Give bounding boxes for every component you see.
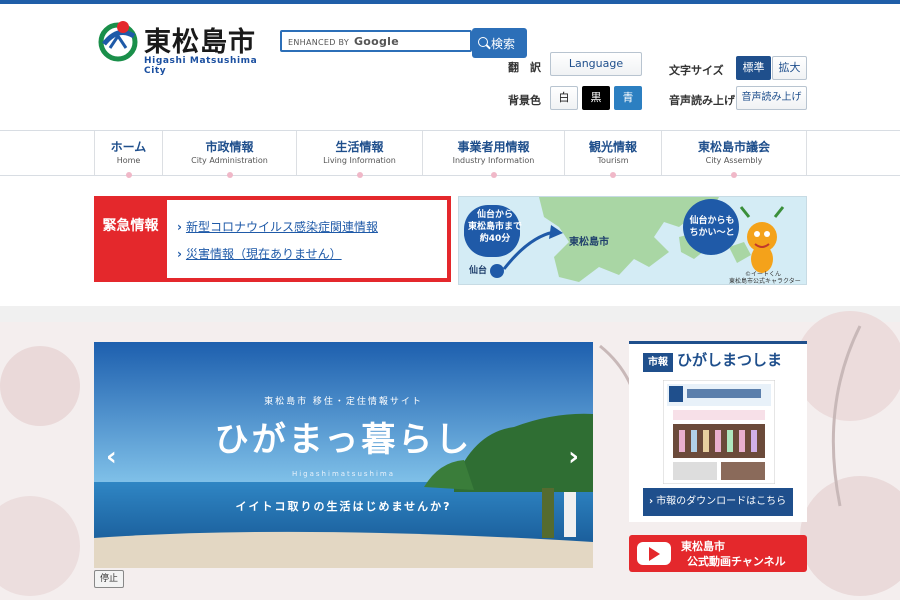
search-placeholder-brand: Google: [353, 35, 399, 48]
slider-next-icon[interactable]: ›: [568, 442, 579, 472]
nav-item-living-information[interactable]: 生活情報 Living Information: [296, 131, 422, 178]
emergency-links: 新型コロナウイルス感染症関連情報 災害情報（現在ありません）: [167, 200, 447, 278]
font-large-button[interactable]: 拡大: [772, 56, 807, 80]
newsletter-download-link[interactable]: 市報のダウンロードはこちら: [643, 488, 793, 516]
search-input[interactable]: ENHANCED BY Google: [280, 30, 472, 52]
city-newsletter-panel: 市報 ひがしまつしま 市報のダウンロードはこちら: [629, 341, 807, 522]
map-bubble-line2: ちかい〜と: [689, 228, 735, 238]
map-bubble-line1: 仙台からも: [689, 216, 735, 226]
global-nav: ホーム Home 市政情報 City Administration 生活情報 L…: [0, 130, 900, 178]
site-name: 東松島市: [144, 27, 256, 58]
map-callout-line2: 東松島市まで: [467, 222, 522, 232]
hero-slider[interactable]: 東松島市 移住・定住情報サイト ひがまっ暮らし Higashimatsushim…: [94, 342, 593, 568]
map-label-city: 東松島市: [569, 237, 609, 248]
bg-white-button[interactable]: 白: [550, 86, 578, 110]
emergency-info-panel: 緊急情報 新型コロナウイルス感染症関連情報 災害情報（現在ありません）: [94, 196, 451, 282]
nav-item-city-assembly[interactable]: 東松島市議会 City Assembly: [661, 131, 807, 178]
bg-color-label: 背景色: [508, 94, 541, 107]
newsletter-badge: 市報: [643, 353, 673, 372]
nav-item-city-administration[interactable]: 市政情報 City Administration: [162, 131, 296, 178]
slider-prev-icon[interactable]: ‹: [106, 442, 117, 472]
read-aloud-button[interactable]: 音声読み上げ: [736, 86, 807, 110]
emergency-link-covid[interactable]: 新型コロナウイルス感染症関連情報: [177, 218, 378, 235]
search-button[interactable]: 検索: [472, 28, 527, 58]
slide-title: ひがまっ暮らし: [214, 420, 473, 460]
youtube-line1: 東松島市: [681, 540, 725, 553]
search-button-label: 検索: [491, 37, 516, 51]
bg-blue-button[interactable]: 青: [614, 86, 642, 110]
read-aloud-label: 音声読み上げ: [669, 94, 735, 107]
site-search: ENHANCED BY Google 検索: [280, 28, 527, 58]
access-map-banner[interactable]: 仙台から 東松島市まで 約40分 仙台 東松島市 仙台からも ちかい〜と ©イー…: [458, 196, 807, 285]
newsletter-cover-image[interactable]: [663, 380, 775, 484]
search-icon: [478, 37, 488, 47]
slide-title-en: Higashimatsushima: [291, 470, 396, 478]
site-name-en: Higashi Matsushima City: [144, 56, 258, 76]
youtube-channel-banner[interactable]: 東松島市 公式動画チャンネル: [629, 535, 807, 572]
font-size-label: 文字サイズ: [669, 64, 724, 77]
site-logo[interactable]: 東松島市 Higashi Matsushima City: [96, 18, 271, 76]
search-placeholder-prefix: ENHANCED BY: [288, 38, 350, 47]
slide-tagline: イイトコ取りの生活はじめませんか?: [235, 500, 452, 513]
youtube-line2: 公式動画チャンネル: [687, 555, 786, 568]
slider-stop-button[interactable]: 停止: [94, 570, 124, 588]
bg-black-button[interactable]: 黒: [582, 86, 610, 110]
font-standard-button[interactable]: 標準: [736, 56, 771, 80]
slide-kicker: 東松島市 移住・定住情報サイト: [264, 397, 423, 407]
youtube-play-icon: [637, 542, 671, 565]
map-callout-line1: 仙台から: [476, 210, 513, 220]
emergency-title: 緊急情報: [102, 218, 159, 234]
nav-item-tourism[interactable]: 観光情報 Tourism: [564, 131, 661, 178]
city-emblem-icon: [98, 21, 138, 62]
map-label-sendai: 仙台: [469, 266, 488, 276]
mascot-caption: 東松島市公式キャラクター: [729, 278, 801, 285]
translate-label: 翻 訳: [508, 61, 541, 74]
nav-item-industry-information[interactable]: 事業者用情報 Industry Information: [422, 131, 564, 178]
map-callout-line3: 約40分: [479, 234, 511, 244]
language-button[interactable]: Language: [550, 52, 642, 76]
emergency-link-disaster[interactable]: 災害情報（現在ありません）: [177, 245, 342, 262]
nav-item-home[interactable]: ホーム Home: [94, 131, 162, 178]
site-header: 東松島市 Higashi Matsushima City ENHANCED BY…: [0, 4, 900, 130]
newsletter-title: ひがしまつしま: [677, 351, 783, 369]
